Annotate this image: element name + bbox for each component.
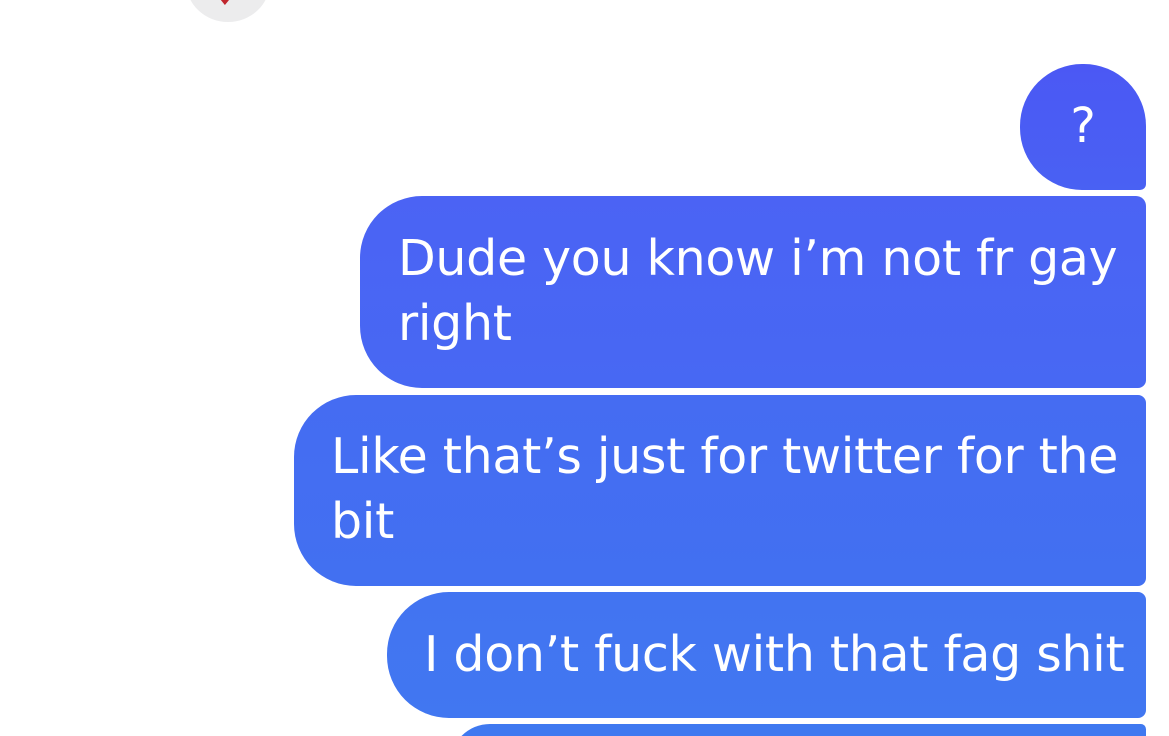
message-bubble-dude[interactable]: Dude you know i’m not fr gay right (360, 196, 1146, 388)
message-bubble-cutoff[interactable] (450, 724, 1146, 736)
heart-icon: ♥ (218, 0, 232, 9)
message-line-twitter-2: bit (331, 493, 395, 550)
message-bubble-twitter[interactable]: Like that’s just for twitter for the bit (294, 395, 1146, 586)
message-line-dude-1: Dude you know i’m not fr gay (398, 230, 1118, 287)
message-line-dude-2: right (398, 295, 512, 352)
conversation-view[interactable]: ♥ ? Dude you know i’m not fr gay right L… (0, 0, 1169, 736)
message-bubble-last-visible[interactable]: I don’t fuck with that fag shit (387, 592, 1146, 718)
message-bubble-question[interactable]: ? (1020, 64, 1146, 190)
message-line-twitter-1: Like that’s just for twitter for the (331, 428, 1119, 485)
